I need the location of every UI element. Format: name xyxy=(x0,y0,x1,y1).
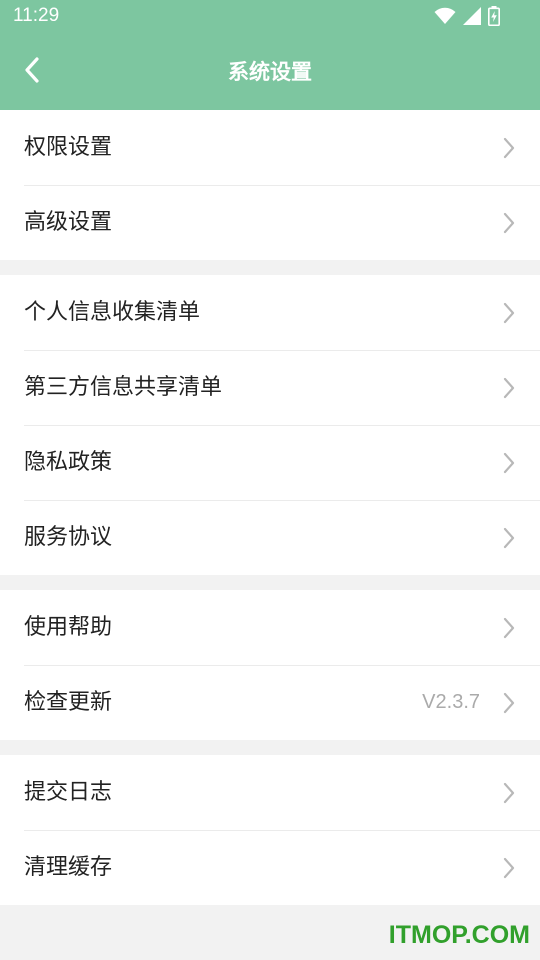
settings-row-advanced[interactable]: 高级设置 xyxy=(0,185,540,260)
version-value: V2.3.7 xyxy=(422,691,480,713)
signal-icon xyxy=(462,7,482,29)
status-time: 11:29 xyxy=(13,5,60,26)
settings-row-check-update[interactable]: 检查更新 V2.3.7 xyxy=(0,665,540,740)
chevron-right-icon xyxy=(503,782,515,804)
settings-row-permission[interactable]: 权限设置 xyxy=(0,110,540,185)
row-label: 个人信息收集清单 xyxy=(24,300,201,325)
chevron-left-icon xyxy=(24,57,40,87)
settings-group-privacy: 个人信息收集清单 第三方信息共享清单 隐私政策 服务协议 xyxy=(0,275,540,575)
row-label: 检查更新 xyxy=(24,690,113,715)
chevron-right-icon xyxy=(503,377,515,399)
chevron-right-icon xyxy=(503,302,515,324)
row-label: 使用帮助 xyxy=(24,615,113,640)
chevron-right-icon xyxy=(503,527,515,549)
wifi-icon xyxy=(434,7,456,29)
app-bar: 系统设置 xyxy=(0,34,540,110)
chevron-right-icon xyxy=(503,212,515,234)
battery-charging-icon xyxy=(488,6,500,30)
settings-row-privacy-policy[interactable]: 隐私政策 xyxy=(0,425,540,500)
chevron-right-icon xyxy=(503,857,515,879)
chevron-right-icon xyxy=(503,452,515,474)
page-title: 系统设置 xyxy=(228,60,312,84)
status-icons xyxy=(434,6,500,30)
chevron-right-icon xyxy=(503,692,515,714)
chevron-right-icon xyxy=(503,137,515,159)
settings-row-submit-log[interactable]: 提交日志 xyxy=(0,755,540,830)
row-label: 服务协议 xyxy=(24,525,113,550)
row-label: 隐私政策 xyxy=(24,450,113,475)
chevron-right-icon xyxy=(503,617,515,639)
row-label: 清理缓存 xyxy=(24,855,113,880)
row-label: 第三方信息共享清单 xyxy=(24,375,223,400)
settings-row-clear-cache[interactable]: 清理缓存 xyxy=(0,830,540,905)
settings-row-help[interactable]: 使用帮助 xyxy=(0,590,540,665)
settings-row-personal-info-list[interactable]: 个人信息收集清单 xyxy=(0,275,540,350)
status-bar: 11:29 xyxy=(0,0,540,34)
settings-row-service-agreement[interactable]: 服务协议 xyxy=(0,500,540,575)
row-label: 权限设置 xyxy=(24,135,113,160)
settings-group-maintenance: 提交日志 清理缓存 xyxy=(0,755,540,905)
watermark-text: ITMOP.COM xyxy=(388,921,530,949)
row-label: 提交日志 xyxy=(24,780,113,805)
settings-row-third-party-sharing[interactable]: 第三方信息共享清单 xyxy=(0,350,540,425)
row-label: 高级设置 xyxy=(24,210,113,235)
settings-group-permissions: 权限设置 高级设置 xyxy=(0,110,540,260)
back-button[interactable] xyxy=(14,54,50,90)
settings-group-help: 使用帮助 检查更新 V2.3.7 xyxy=(0,590,540,740)
